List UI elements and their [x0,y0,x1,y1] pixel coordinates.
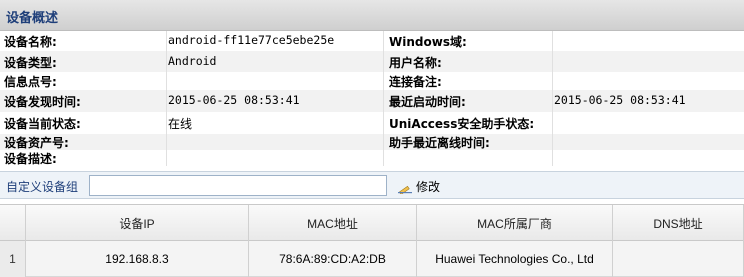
info-label: 设备描述: [4,152,57,166]
edit-button[interactable]: 修改 [398,178,440,195]
table-cell[interactable]: Huawei Technologies Co., Ltd [417,241,613,277]
info-value: Android [168,53,217,68]
cell-divider [552,112,553,134]
cell-divider [166,90,167,112]
cell-divider [552,51,553,72]
custom-group-label: 自定义设备组 [6,180,79,194]
cell-divider [166,112,167,134]
cell-divider [166,134,167,150]
cell-divider [166,72,167,90]
pencil-icon [398,185,412,194]
grid-body: 1 192.168.8.3 78:6A:89:CD:A2:DB Huawei Tech… [0,241,744,277]
info-label: 连接备注: [389,75,442,89]
info-row: 设备类型: Android 用户名称: [0,51,744,72]
info-row: 设备描述: [0,150,744,166]
column-header[interactable]: MAC所属厂商 [417,205,613,241]
info-row: 设备当前状态: 在线 UniAccess安全助手状态: [0,112,744,134]
column-header[interactable]: MAC地址 [249,205,417,241]
info-value: android-ff11e77ce5ebe25e [168,33,335,47]
cell-divider [552,134,553,150]
info-label: 设备名称: [4,35,57,49]
title-bar: 设备概述 [0,0,744,31]
column-header[interactable]: DNS地址 [613,205,744,241]
cell-divider [383,72,384,90]
info-label: 最近启动时间: [389,95,466,109]
info-label: 信息点号: [4,75,57,89]
table-cell[interactable]: 192.168.8.3 [26,241,249,277]
table-cell[interactable]: 78:6A:89:CD:A2:DB [249,241,417,277]
info-label: 用户名称: [389,55,442,70]
custom-group-bar: 自定义设备组 修改 [0,171,744,199]
column-header[interactable]: 设备IP [26,205,249,241]
section-title: 设备概述 [6,11,59,26]
custom-group-input[interactable] [89,175,387,196]
info-label: 设备资产号: [4,136,69,150]
info-value: 2015-06-25 08:53:41 [168,93,300,107]
cell-divider [383,31,384,51]
info-value: 2015-06-25 08:53:41 [554,93,686,107]
info-label: Windows域: [389,35,467,49]
cell-divider [166,150,167,166]
cell-divider [552,150,553,166]
info-label: 设备发现时间: [4,95,81,109]
info-label: UniAccess安全助手状态: [389,117,535,131]
cell-divider [552,31,553,51]
info-value: 在线 [168,117,193,131]
info-row: 设备名称: android-ff11e77ce5ebe25e Windows域: [0,31,744,51]
info-label: 设备当前状态: [4,117,81,131]
cell-divider [383,112,384,134]
cell-divider [383,51,384,72]
info-label: 设备类型: [4,55,57,70]
info-row: 设备资产号: 助手最近离线时间: [0,134,744,150]
network-grid: 设备IP MAC地址 MAC所属厂商 DNS地址 1 192.168.8.3 78:6A:… [0,204,744,277]
info-row: 设备发现时间: 2015-06-25 08:53:41 最近启动时间: 2015-06… [0,90,744,112]
cell-divider [552,90,553,112]
edit-button-label: 修改 [416,180,441,194]
cell-divider [552,72,553,90]
cell-divider [166,31,167,51]
row-number: 1 [0,241,26,277]
table-cell[interactable] [613,241,744,277]
device-info-table: 设备名称: android-ff11e77ce5ebe25e Windows域: 设备… [0,31,744,166]
info-row: 信息点号: 连接备注: [0,72,744,90]
cell-divider [166,51,167,72]
row-number-header [0,205,26,241]
cell-divider [383,134,384,150]
cell-divider [383,150,384,166]
info-label: 助手最近离线时间: [389,136,490,150]
cell-divider [383,90,384,112]
grid-header: 设备IP MAC地址 MAC所属厂商 DNS地址 [0,205,744,241]
